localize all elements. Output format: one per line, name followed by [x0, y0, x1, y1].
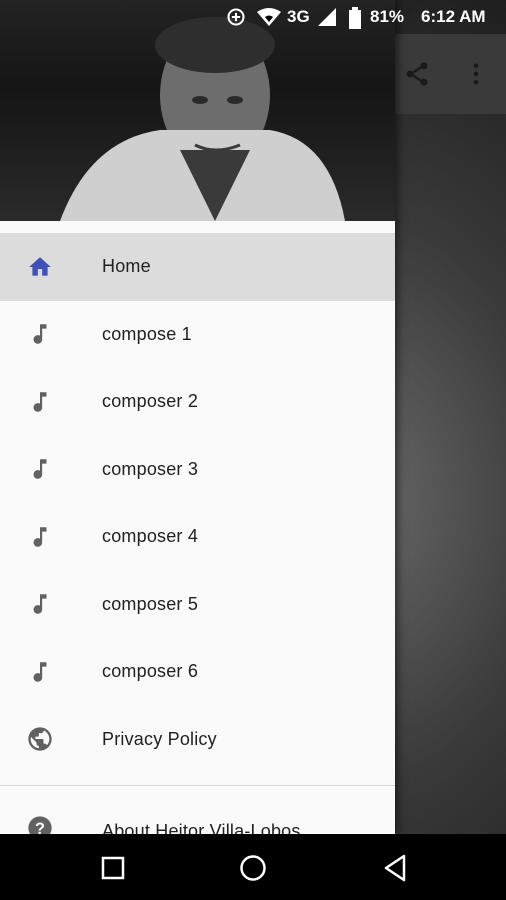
battery-percent: 81%	[370, 7, 405, 26]
music-note-icon	[26, 658, 54, 686]
menu-item-label: composer 3	[102, 458, 199, 479]
menu-item-label: composer 5	[102, 593, 199, 614]
recent-apps-button[interactable]	[96, 851, 130, 885]
home-icon	[26, 253, 54, 281]
menu-item-label: composer 4	[102, 526, 199, 547]
more-vert-icon[interactable]	[458, 56, 494, 92]
drawer-menu: Home compose 1 composer 2 composer 3 com…	[0, 233, 395, 773]
menu-item-label: Home	[102, 256, 151, 277]
menu-item-label: composer 6	[102, 661, 199, 682]
wifi-icon	[256, 7, 282, 27]
menu-item-privacy-policy[interactable]: Privacy Policy	[0, 706, 395, 774]
menu-divider	[0, 785, 395, 786]
menu-item-about[interactable]: ? About Heitor Villa-Lobos	[0, 800, 395, 834]
menu-item-label: composer 2	[102, 391, 199, 412]
menu-item-composer-5[interactable]: composer 5	[0, 571, 395, 639]
navigation-drawer: Home compose 1 composer 2 composer 3 com…	[0, 0, 395, 834]
music-note-icon	[26, 320, 54, 348]
svg-text:?: ?	[35, 820, 45, 834]
data-saver-icon	[226, 7, 246, 27]
system-nav-bar	[0, 834, 506, 900]
globe-icon	[26, 725, 54, 753]
menu-item-compose-1[interactable]: compose 1	[0, 301, 395, 369]
menu-item-composer-2[interactable]: composer 2	[0, 368, 395, 436]
music-note-icon	[26, 455, 54, 483]
menu-item-label: About Heitor Villa-Lobos	[102, 821, 301, 834]
menu-item-composer-4[interactable]: composer 4	[0, 503, 395, 571]
music-note-icon	[26, 523, 54, 551]
share-icon[interactable]	[399, 56, 435, 92]
help-icon: ?	[26, 814, 54, 834]
status-bar: 3G 81% 6:12 AM	[0, 0, 506, 34]
menu-item-composer-6[interactable]: composer 6	[0, 638, 395, 706]
menu-item-label: Privacy Policy	[102, 728, 217, 749]
music-note-icon	[26, 388, 54, 416]
back-button[interactable]	[378, 851, 412, 885]
battery-icon	[348, 7, 362, 29]
menu-item-home[interactable]: Home	[0, 233, 395, 301]
music-note-icon	[26, 590, 54, 618]
signal-icon	[316, 7, 338, 27]
menu-item-label: compose 1	[102, 323, 192, 344]
menu-item-composer-3[interactable]: composer 3	[0, 436, 395, 504]
network-type: 3G	[287, 7, 310, 26]
home-button[interactable]	[236, 851, 270, 885]
clock: 6:12 AM	[421, 7, 486, 26]
